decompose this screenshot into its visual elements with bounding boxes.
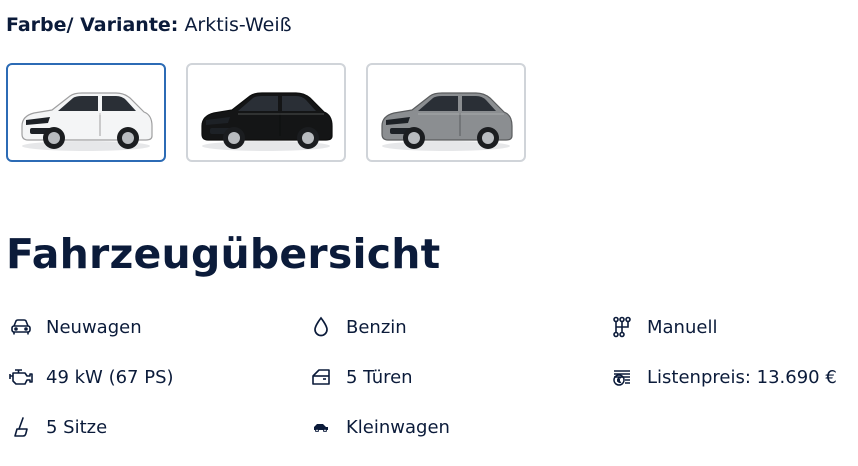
gearshift-icon: [609, 314, 635, 340]
spec-price: Listenpreis: 13.690 €: [609, 352, 837, 402]
color-swatch-white[interactable]: [6, 63, 166, 162]
color-swatch-list: [6, 63, 526, 162]
color-variant-line: Farbe/ Variante: Arktis-Weiß: [6, 12, 292, 38]
spec-doors: 5 Türen: [308, 352, 413, 402]
small-car-icon: [308, 414, 334, 440]
spec-seats: 5 Sitze: [8, 402, 107, 452]
car-image-black: [201, 91, 333, 151]
spec-fuel: Benzin: [308, 302, 407, 352]
car-image-grey: [381, 91, 513, 151]
price-tag-icon: [609, 364, 635, 390]
spec-body-type-text: Kleinwagen: [346, 416, 450, 438]
color-swatch-grey[interactable]: [366, 63, 526, 162]
vehicle-spec-grid: Neuwagen Benzin Manuell 49 kW (67 PS) 5 …: [8, 302, 858, 452]
car-image-white: [21, 91, 153, 151]
spec-fuel-text: Benzin: [346, 316, 407, 338]
spec-power: 49 kW (67 PS): [8, 352, 174, 402]
car-front-icon: [8, 314, 34, 340]
fuel-drop-icon: [308, 314, 334, 340]
vehicle-overview-title: Fahrzeugübersicht: [6, 230, 441, 278]
spec-condition-text: Neuwagen: [46, 316, 142, 338]
car-door-icon: [308, 364, 334, 390]
color-variant-value: Arktis-Weiß: [184, 14, 292, 36]
car-seat-icon: [8, 414, 34, 440]
spec-seats-text: 5 Sitze: [46, 416, 108, 438]
spec-transmission-text: Manuell: [647, 316, 718, 338]
spec-doors-text: 5 Türen: [346, 366, 413, 388]
spec-body-type: Kleinwagen: [308, 402, 450, 452]
spec-price-text: Listenpreis: 13.690 €: [647, 366, 837, 388]
spec-power-text: 49 kW (67 PS): [46, 366, 174, 388]
spec-transmission: Manuell: [609, 302, 717, 352]
spec-condition: Neuwagen: [8, 302, 142, 352]
color-variant-label: Farbe/ Variante:: [6, 14, 179, 36]
color-swatch-black[interactable]: [186, 63, 346, 162]
engine-icon: [8, 364, 34, 390]
